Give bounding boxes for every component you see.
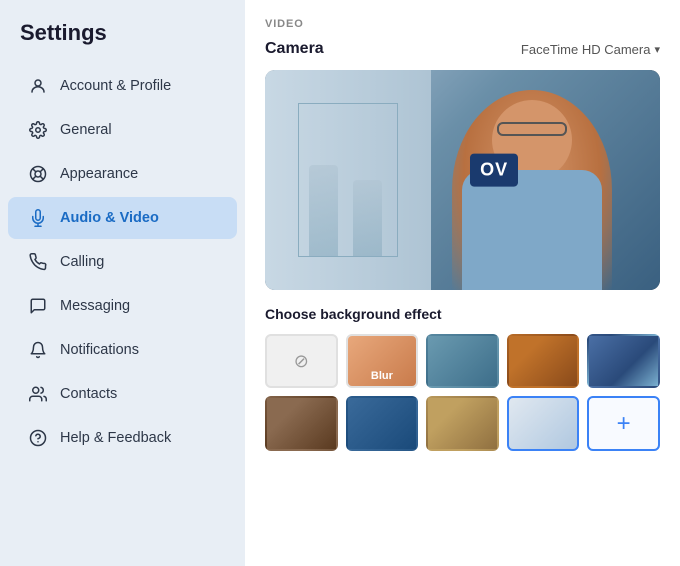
sidebar: Settings Account & Profile General: [0, 0, 245, 566]
camera-row: Camera FaceTime HD Camera ▾: [265, 40, 660, 58]
bg-effect-t1[interactable]: [426, 334, 499, 388]
bg-effect-blur[interactable]: Blur: [346, 334, 419, 388]
phone-icon: [28, 252, 48, 272]
sidebar-item-appearance[interactable]: Appearance: [8, 153, 237, 195]
bg-effect-add[interactable]: +: [587, 396, 660, 450]
chevron-down-icon: ▾: [654, 43, 660, 56]
message-icon: [28, 296, 48, 316]
bg-effect-t5[interactable]: [346, 396, 419, 450]
bg-effect-t4[interactable]: [265, 396, 338, 450]
sidebar-item-help[interactable]: Help & Feedback: [8, 417, 237, 459]
video-preview-inner: OV: [265, 70, 660, 290]
help-icon: [28, 428, 48, 448]
sidebar-item-contacts-label: Contacts: [60, 386, 117, 402]
sidebar-item-account[interactable]: Account & Profile: [8, 65, 237, 107]
sidebar-item-audio-video[interactable]: Audio & Video: [8, 197, 237, 239]
sidebar-item-account-label: Account & Profile: [60, 78, 171, 94]
camera-select-dropdown[interactable]: FaceTime HD Camera ▾: [521, 42, 660, 57]
appearance-icon: [28, 164, 48, 184]
sidebar-item-messaging[interactable]: Messaging: [8, 285, 237, 327]
sidebar-item-notifications[interactable]: Notifications: [8, 329, 237, 371]
bg-effects-grid: ⊘ Blur +: [265, 334, 660, 451]
contact-icon: [28, 384, 48, 404]
sidebar-item-general-label: General: [60, 122, 112, 138]
camera-device-name: FaceTime HD Camera: [521, 42, 651, 57]
ov-badge: OV: [470, 154, 518, 187]
sidebar-title: Settings: [0, 20, 245, 64]
bg-effects-title: Choose background effect: [265, 306, 660, 322]
sidebar-item-appearance-label: Appearance: [60, 166, 138, 182]
sidebar-item-calling-label: Calling: [60, 254, 104, 270]
video-preview: OV: [265, 70, 660, 290]
gear-icon: [28, 120, 48, 140]
add-icon: +: [617, 410, 631, 438]
sidebar-item-messaging-label: Messaging: [60, 298, 130, 314]
sidebar-item-general[interactable]: General: [8, 109, 237, 151]
camera-title: Camera: [265, 40, 324, 58]
sidebar-item-audio-video-label: Audio & Video: [60, 210, 159, 226]
person-icon: [28, 76, 48, 96]
section-label: VIDEO: [265, 18, 660, 30]
bg-effect-t3[interactable]: [587, 334, 660, 388]
sidebar-item-notifications-label: Notifications: [60, 342, 139, 358]
bg-effect-t7[interactable]: [507, 396, 580, 450]
none-icon: ⊘: [294, 351, 309, 372]
bg-effect-t2[interactable]: [507, 334, 580, 388]
mic-icon: [28, 208, 48, 228]
bg-effect-none[interactable]: ⊘: [265, 334, 338, 388]
sidebar-item-calling[interactable]: Calling: [8, 241, 237, 283]
sidebar-item-help-label: Help & Feedback: [60, 430, 171, 446]
blur-label: Blur: [371, 370, 393, 382]
bell-icon: [28, 340, 48, 360]
sidebar-item-contacts[interactable]: Contacts: [8, 373, 237, 415]
bg-effect-t6[interactable]: [426, 396, 499, 450]
main-content: VIDEO Camera FaceTime HD Camera ▾: [245, 0, 680, 566]
